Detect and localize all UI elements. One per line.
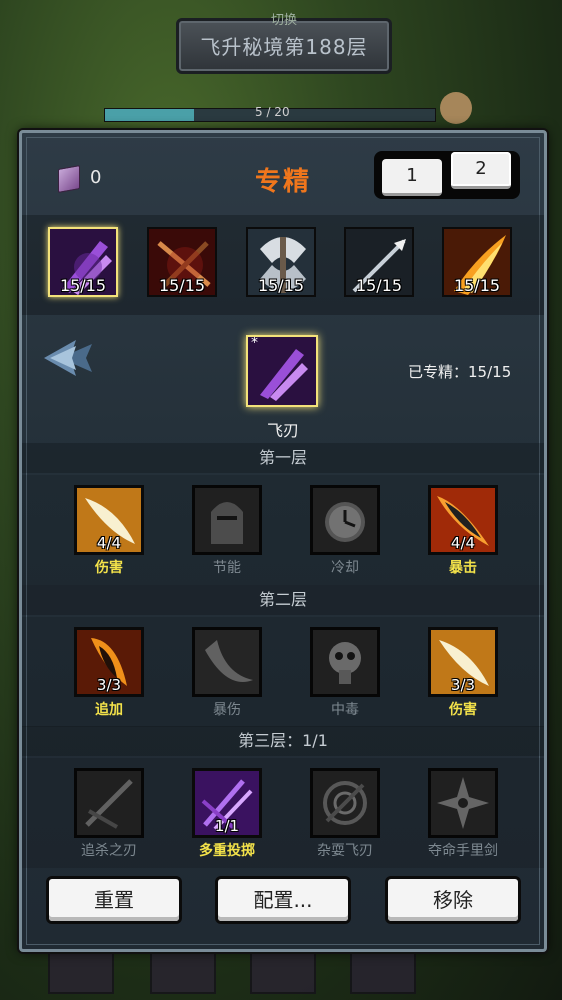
selected-weapon-icon: *: [246, 335, 318, 407]
skill-label: 冷却: [331, 560, 359, 576]
background-creature-icon: [440, 92, 472, 124]
spec-progress: 已专精：15/15: [408, 361, 511, 382]
skill-label: 伤害: [95, 560, 123, 576]
tier-1-row: 4/4 伤害 节能 冷却 4/4 暴击: [22, 475, 544, 585]
tier-3-row: 追杀之刃 1/1 多重投掷 杂耍飞刃 夺命手里剑: [22, 758, 544, 868]
page-tabs: 1 2: [374, 151, 520, 199]
shuriken-icon: [431, 771, 495, 835]
skill-crit-damage[interactable]: [192, 627, 262, 697]
tab-page-1[interactable]: 1: [382, 159, 442, 196]
skill-critical[interactable]: 4/4: [428, 485, 498, 555]
skill-label: 杂耍飞刃: [317, 843, 373, 859]
tier-2-header: 第二层: [22, 585, 544, 615]
purple-blade-icon: [248, 337, 316, 405]
weapon-count: 15/15: [59, 276, 107, 295]
weapon-count: 15/15: [355, 276, 403, 295]
skill-damage-2[interactable]: 3/3: [428, 627, 498, 697]
clock-icon: [313, 488, 377, 552]
weapon-count: 15/15: [158, 276, 206, 295]
skill-label: 夺命手里剑: [428, 843, 498, 859]
weapon-slot-battle-axe[interactable]: 15/15: [246, 227, 316, 297]
weapon-count: 15/15: [257, 276, 305, 295]
spec-progress-value: 15/15: [468, 363, 512, 381]
tier-2-row: 3/3 追加 暴伤 中毒 3/3 伤害: [22, 617, 544, 727]
background-progress-fill: [105, 109, 195, 121]
skill-label: 伤害: [449, 702, 477, 718]
skill-label: 暴击: [449, 560, 477, 576]
skill-juggling-blade[interactable]: [310, 768, 380, 838]
weapon-selector-row: 15/15 15/15 15/15 15/15 15/15: [22, 215, 544, 315]
skill-count: 1/1: [214, 817, 240, 835]
weapon-slot-fire-slash[interactable]: 15/15: [442, 227, 512, 297]
back-arrow-icon[interactable]: [42, 338, 98, 378]
skill-label: 追加: [95, 702, 123, 718]
curved-blade-icon: [195, 630, 259, 694]
skill-label: 节能: [213, 560, 241, 576]
tier-3-title: 第三层：: [238, 731, 303, 750]
specialization-panel: 0 专精 1 2 15/15 15/15 15/15 15/15 15/15 *…: [19, 130, 547, 952]
weapon-slot-flying-blade[interactable]: 15/15: [48, 227, 118, 297]
config-button[interactable]: 配置...: [218, 879, 348, 921]
favorite-star-icon: *: [251, 335, 258, 351]
weapon-count: 15/15: [453, 276, 501, 295]
skill-poison[interactable]: [310, 627, 380, 697]
crossed-swords-icon: [77, 771, 141, 835]
skill-pursuit-blade[interactable]: [74, 768, 144, 838]
skill-bonus[interactable]: 3/3: [74, 627, 144, 697]
tab-page-2[interactable]: 2: [451, 152, 511, 189]
skill-count: 3/3: [96, 676, 122, 694]
skill-deadly-shuriken[interactable]: [428, 768, 498, 838]
tier-1-header: 第一层: [22, 443, 544, 473]
dungeon-title: 飞升秘境第188层: [200, 35, 368, 59]
background-progress-text: 5 / 20: [255, 105, 290, 119]
knight-helmet-icon: [195, 488, 259, 552]
skill-label: 追杀之刃: [81, 843, 137, 859]
selected-weapon-name: 飞刃: [266, 421, 299, 440]
tier-3-progress: 1/1: [302, 731, 328, 750]
tier-3-header: 第三层：1/1: [22, 726, 544, 756]
skill-count: 4/4: [96, 534, 122, 552]
skill-count: 4/4: [450, 534, 476, 552]
switch-label: 切换: [270, 13, 297, 28]
spec-progress-label: 已专精：: [408, 363, 469, 381]
remove-button[interactable]: 移除: [388, 879, 518, 921]
skill-label: 中毒: [331, 702, 359, 718]
reset-button[interactable]: 重置: [49, 879, 179, 921]
skull-icon: [313, 630, 377, 694]
skill-count: 3/3: [450, 676, 476, 694]
dungeon-title-plate[interactable]: 切换 飞升秘境第188层: [176, 13, 392, 74]
skill-cooldown[interactable]: [310, 485, 380, 555]
skill-damage[interactable]: 4/4: [74, 485, 144, 555]
skill-energy-saving[interactable]: [192, 485, 262, 555]
spinning-blade-icon: [313, 771, 377, 835]
weapon-slot-crossbow[interactable]: 15/15: [147, 227, 217, 297]
skill-multi-throw[interactable]: 1/1: [192, 768, 262, 838]
weapon-slot-arrow[interactable]: 15/15: [344, 227, 414, 297]
skill-label: 暴伤: [213, 702, 241, 718]
skill-label: 多重投掷: [199, 843, 255, 859]
